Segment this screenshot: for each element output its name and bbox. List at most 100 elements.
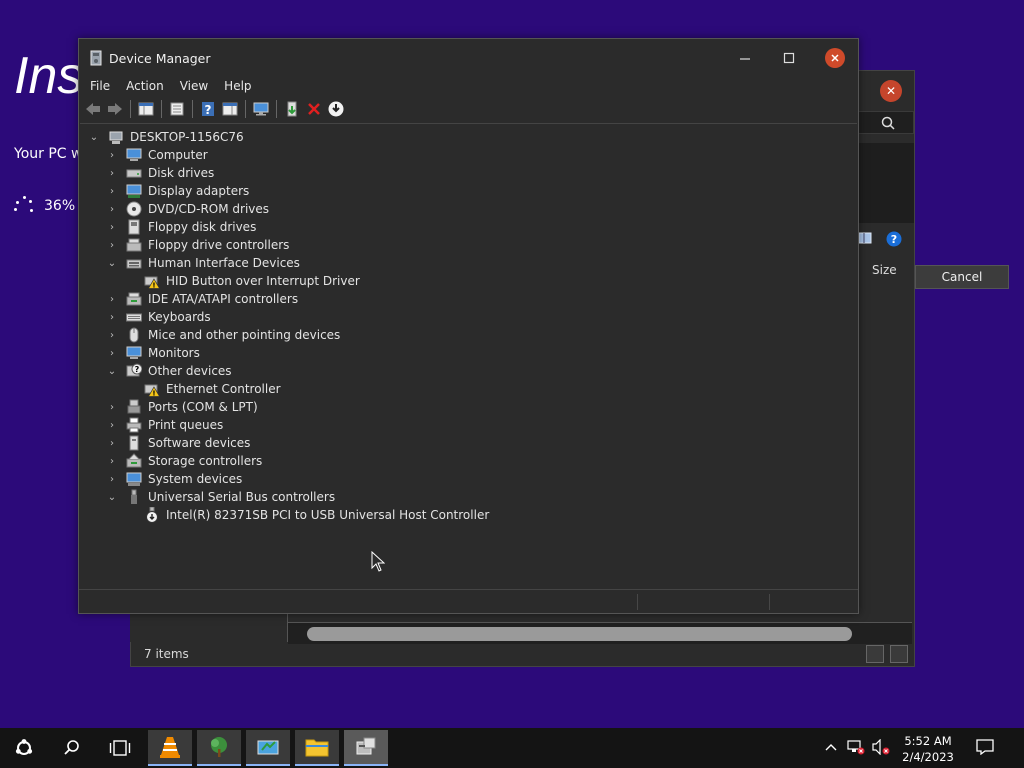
network-disconnected-icon[interactable] — [847, 738, 865, 756]
menu-view[interactable]: View — [174, 77, 214, 97]
search-icon — [64, 740, 79, 755]
hid-icon — [126, 259, 142, 269]
menu-action[interactable]: Action — [120, 77, 170, 97]
tree-child-hid-button[interactable]: ! HID Button over Interrupt Driver — [144, 272, 360, 290]
chevron-down-icon[interactable]: ⌄ — [88, 131, 100, 143]
vlc-icon — [160, 737, 180, 758]
disabled-device-icon — [146, 507, 158, 523]
chevron-right-icon[interactable]: › — [106, 311, 118, 323]
chevron-down-icon[interactable]: ⌄ — [106, 257, 118, 269]
maximize-button[interactable] — [777, 47, 801, 69]
action-pane-icon[interactable] — [220, 99, 240, 119]
tree-item-ide-ata[interactable]: › IDE ATA/ATAPI controllers — [106, 290, 298, 308]
chevron-right-icon[interactable]: › — [106, 221, 118, 233]
taskbar-app-tree[interactable] — [197, 730, 241, 766]
scan-hardware-icon[interactable] — [326, 99, 346, 119]
tree-item-software-devices[interactable]: › Software devices — [106, 434, 250, 452]
tree-item-print-queues[interactable]: › Print queues — [106, 416, 223, 434]
taskbar-clock[interactable]: 5:52 AM 2/4/2023 — [898, 733, 958, 765]
horizontal-scrollbar[interactable] — [307, 627, 852, 641]
tree-item-floppy-drive-controllers[interactable]: › Floppy drive controllers — [106, 236, 289, 254]
start-button[interactable] — [2, 730, 46, 766]
tree-item-storage-controllers[interactable]: › Storage controllers — [106, 452, 262, 470]
chevron-right-icon[interactable]: › — [106, 293, 118, 305]
toolbar-separator — [192, 100, 193, 118]
controller-icon — [126, 238, 142, 252]
chevron-right-icon[interactable]: › — [106, 437, 118, 449]
chevron-right-icon[interactable]: › — [106, 203, 118, 215]
volume-muted-icon[interactable] — [872, 738, 890, 756]
tree-root[interactable]: ⌄ DESKTOP-1156C76 — [88, 128, 244, 146]
chevron-right-icon[interactable]: › — [106, 347, 118, 359]
tree-child-usb-host-controller[interactable]: Intel(R) 82371SB PCI to USB Universal Ho… — [144, 506, 489, 524]
view-toggle — [866, 645, 908, 663]
chevron-right-icon[interactable]: › — [106, 185, 118, 197]
minimize-icon — [740, 58, 750, 60]
mouse-cursor-icon — [371, 551, 385, 572]
tree-item-keyboards[interactable]: › Keyboards — [106, 308, 211, 326]
items-count: 7 items — [144, 647, 189, 661]
chevron-right-icon[interactable]: › — [106, 167, 118, 179]
tree-item-floppy-disk-drives[interactable]: › Floppy disk drives — [106, 218, 256, 236]
back-icon[interactable] — [83, 99, 103, 119]
background-header-icons: ? — [858, 231, 902, 247]
chevron-right-icon[interactable]: › — [106, 455, 118, 467]
tree-item-computer[interactable]: › Computer — [106, 146, 208, 164]
update-driver-icon[interactable] — [282, 99, 302, 119]
properties-icon[interactable] — [167, 99, 187, 119]
help-icon[interactable]: ? — [886, 231, 902, 247]
tree-item-other-devices[interactable]: ⌄ ? Other devices — [106, 362, 232, 380]
details-view-icon[interactable] — [866, 645, 884, 663]
task-view-button[interactable] — [98, 730, 142, 766]
monitor-icon[interactable] — [251, 99, 271, 119]
taskbar-app-vlc[interactable] — [148, 730, 192, 766]
chevron-right-icon[interactable]: › — [106, 329, 118, 341]
tree-item-mice[interactable]: › Mice and other pointing devices — [106, 326, 340, 344]
tree-item-monitors[interactable]: › Monitors — [106, 344, 200, 362]
spinner-icon — [14, 196, 34, 216]
taskbar-app-device-manager[interactable] — [344, 730, 388, 766]
storage-controller-icon — [126, 453, 142, 468]
tree-item-disk-drives[interactable]: › Disk drives — [106, 164, 214, 182]
usb-icon — [131, 489, 137, 504]
minimize-button[interactable] — [733, 47, 757, 69]
notification-icon[interactable] — [976, 738, 994, 756]
tree-item-display-adapters[interactable]: › Display adapters — [106, 182, 249, 200]
svg-text:?: ? — [891, 233, 897, 246]
tree-item-usb-controllers[interactable]: ⌄ Universal Serial Bus controllers — [106, 488, 335, 506]
background-search-box[interactable] — [858, 111, 914, 134]
tree-item-ports[interactable]: › Ports (COM & LPT) — [106, 398, 258, 416]
help-icon[interactable]: ? — [198, 99, 218, 119]
size-column-header[interactable]: Size — [872, 263, 897, 277]
large-icons-view-icon[interactable] — [890, 645, 908, 663]
taskbar-app-file-explorer[interactable] — [295, 730, 339, 766]
tree-item-system-devices[interactable]: › System devices — [106, 470, 242, 488]
device-manager-icon — [90, 50, 102, 66]
close-button[interactable] — [825, 48, 845, 68]
tree-item-human-interface-devices[interactable]: ⌄ Human Interface Devices — [106, 254, 300, 272]
layout-icon[interactable] — [858, 231, 872, 245]
chevron-right-icon[interactable]: › — [106, 419, 118, 431]
chevron-right-icon[interactable]: › — [106, 473, 118, 485]
chevron-right-icon[interactable]: › — [106, 149, 118, 161]
chevron-right-icon[interactable]: › — [106, 401, 118, 413]
chevron-down-icon[interactable]: ⌄ — [106, 491, 118, 503]
menu-file[interactable]: File — [84, 77, 116, 97]
menu-help[interactable]: Help — [218, 77, 257, 97]
taskbar-app-control-panel[interactable] — [246, 730, 290, 766]
show-hide-console-tree-icon[interactable] — [136, 99, 156, 119]
cancel-button[interactable]: Cancel — [915, 265, 1009, 289]
toolbar-separator — [161, 100, 162, 118]
chevron-up-icon[interactable] — [822, 738, 840, 756]
background-close-button[interactable]: ✕ — [880, 80, 902, 102]
uninstall-icon[interactable] — [304, 99, 324, 119]
forward-icon[interactable] — [105, 99, 125, 119]
tree-child-ethernet-controller[interactable]: ! Ethernet Controller — [144, 380, 281, 398]
titlebar[interactable]: Device Manager — [79, 39, 858, 77]
tree-root-label: DESKTOP-1156C76 — [130, 130, 244, 144]
search-button[interactable] — [50, 730, 94, 766]
chevron-right-icon[interactable]: › — [106, 239, 118, 251]
chevron-down-icon[interactable]: ⌄ — [106, 365, 118, 377]
tree-item-dvd-cdrom[interactable]: › DVD/CD-ROM drives — [106, 200, 269, 218]
tree-item-label: Storage controllers — [148, 454, 263, 468]
